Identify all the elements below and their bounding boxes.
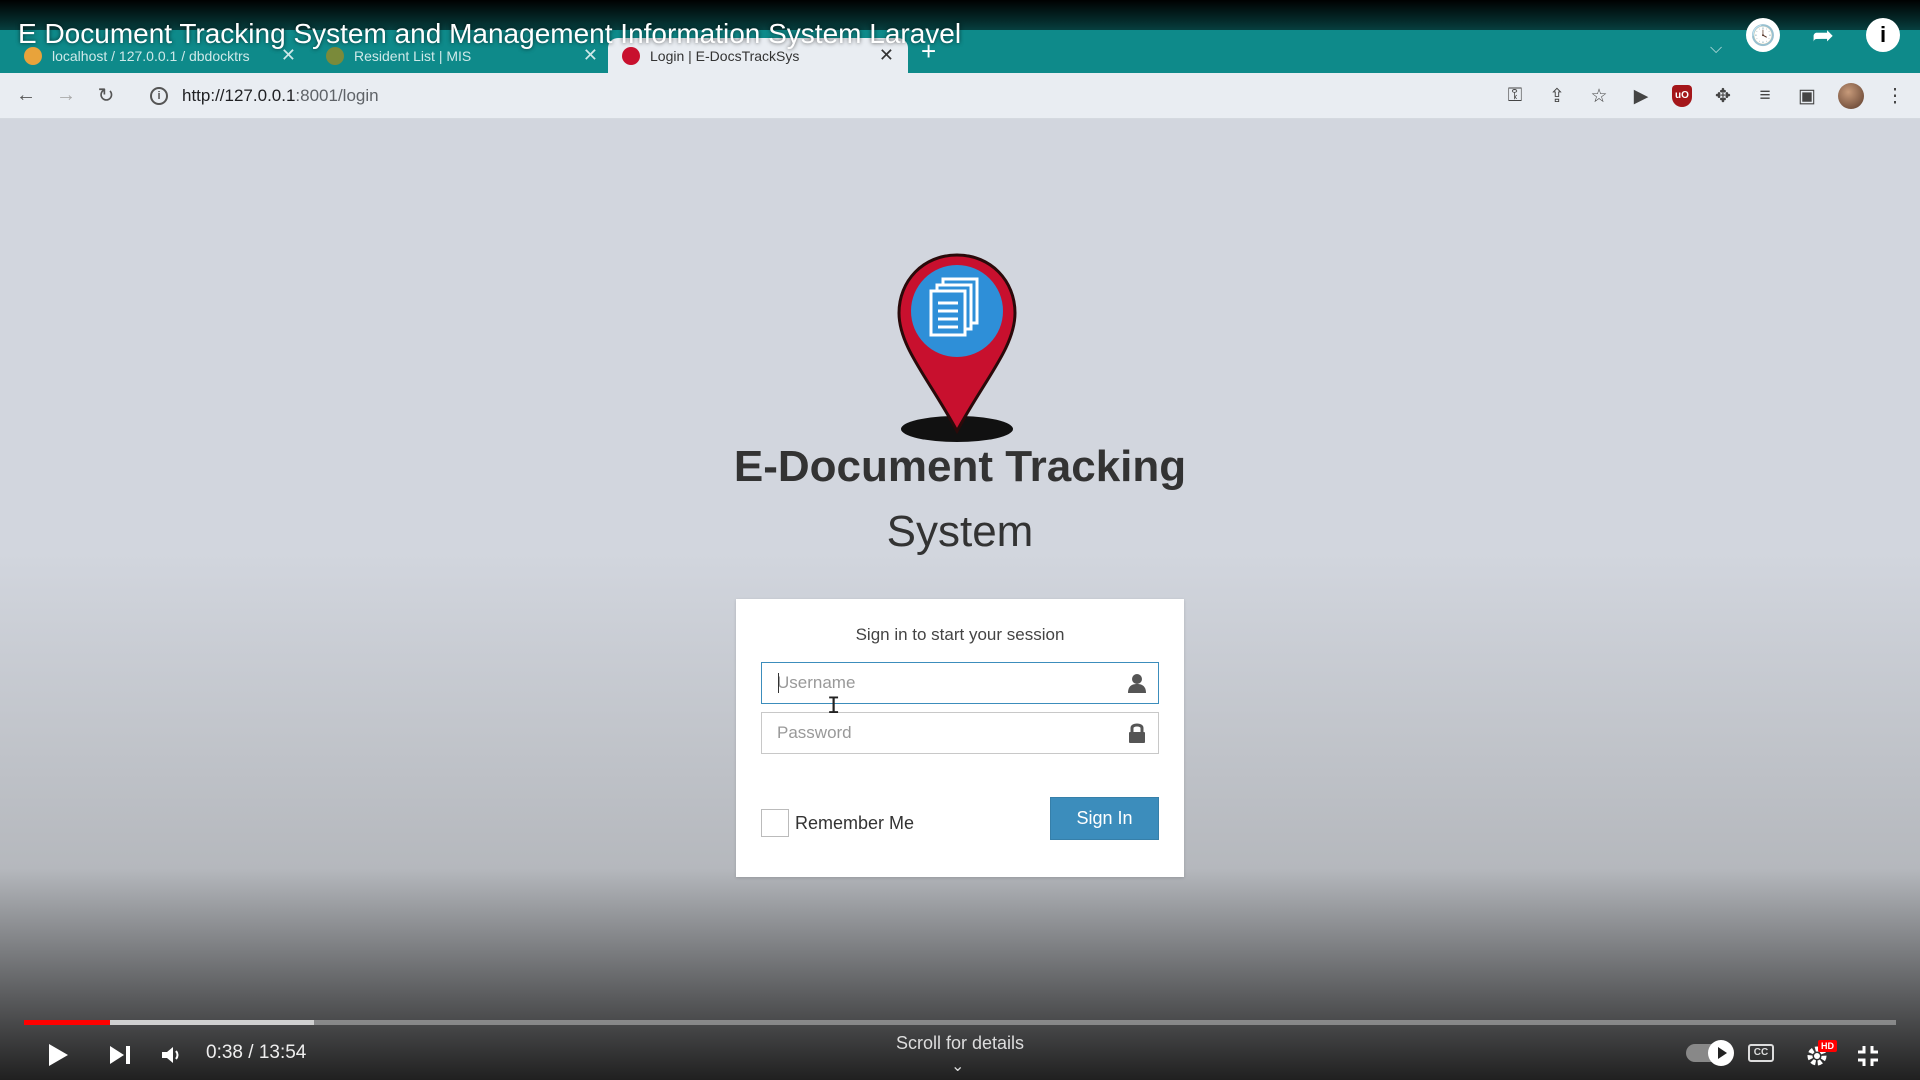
ibeam-cursor-icon: I [827, 694, 841, 719]
login-box-message: Sign in to start your session [855, 625, 1065, 644]
user-icon [1128, 674, 1146, 693]
play-extension-icon[interactable]: ▶ [1630, 85, 1652, 108]
password-input[interactable] [762, 713, 1112, 753]
captions-icon[interactable]: CC [1748, 1044, 1774, 1062]
video-top-actions: 🕓 ➦ i [1746, 18, 1900, 52]
site-info-icon[interactable]: i [150, 87, 168, 105]
username-field[interactable] [761, 662, 1159, 704]
reload-icon[interactable]: ↻ [86, 83, 126, 108]
forward-arrow-icon[interactable]: → [46, 84, 86, 107]
remember-me-checkbox[interactable] [761, 809, 789, 837]
chevron-down-icon[interactable]: ⌵ [1710, 40, 1722, 58]
extensions-puzzle-icon[interactable]: ✥ [1712, 85, 1734, 108]
ublock-shield-icon[interactable]: uO [1672, 85, 1692, 107]
document-tracking-pin-logo [897, 253, 1017, 442]
watch-later-icon[interactable]: 🕓 [1746, 18, 1780, 52]
extension-icons: ⚿ ⇪ ☆ ▶ uO ✥ ≡ ▣ ⋮ [1504, 73, 1906, 119]
back-arrow-icon[interactable]: ← [6, 84, 46, 107]
address-bar[interactable]: i http://127.0.0.1:8001/login [138, 78, 1538, 114]
video-title[interactable]: E Document Tracking System and Managemen… [18, 18, 961, 50]
info-icon[interactable]: i [1866, 18, 1900, 52]
more-vert-icon[interactable]: ⋮ [1884, 85, 1906, 108]
key-icon[interactable]: ⚿ [1504, 85, 1526, 107]
screen: localhost / 127.0.0.1 / dbdocktrs ✕ Resi… [0, 0, 1920, 1080]
sign-in-button[interactable]: Sign In [1050, 797, 1159, 840]
brand-subtitle: System [886, 507, 1034, 556]
share-page-icon[interactable]: ⇪ [1546, 85, 1568, 108]
browser-tabstrip: localhost / 127.0.0.1 / dbdocktrs ✕ Resi… [0, 0, 1920, 73]
username-input[interactable] [762, 663, 1112, 703]
brand-title: E-Document Tracking [733, 442, 1187, 491]
password-field[interactable] [761, 712, 1159, 754]
remember-me-label[interactable]: Remember Me [795, 813, 914, 834]
profile-avatar[interactable] [1838, 83, 1864, 109]
scroll-for-details[interactable]: Scroll for details [0, 1033, 1920, 1054]
text-caret [778, 673, 779, 693]
chevron-down-icon[interactable]: ⌄ [951, 1056, 964, 1076]
url-host: http://127.0.0.1 [182, 86, 296, 105]
bookmark-star-icon[interactable]: ☆ [1588, 85, 1610, 108]
remember-me[interactable]: Remember Me [761, 809, 914, 837]
login-page: E-Document Tracking System Sign in to st… [0, 119, 1920, 1080]
side-panel-icon[interactable]: ▣ [1796, 85, 1818, 108]
login-box: Sign in to start your session Remember [736, 599, 1184, 877]
media-queue-icon[interactable]: ≡ [1754, 85, 1776, 107]
url-path: :8001/login [295, 86, 379, 105]
lock-icon [1129, 723, 1145, 743]
autoplay-knob-icon [1708, 1040, 1734, 1066]
video-progress-bar[interactable] [24, 1020, 1896, 1025]
browser-toolbar: ← → ↻ i http://127.0.0.1:8001/login ⚿ ⇪ … [0, 73, 1920, 119]
share-icon[interactable]: ➦ [1806, 18, 1840, 52]
autoplay-toggle[interactable] [1686, 1040, 1734, 1066]
video-played-bar [24, 1020, 111, 1025]
hd-badge: HD [1818, 1040, 1837, 1052]
